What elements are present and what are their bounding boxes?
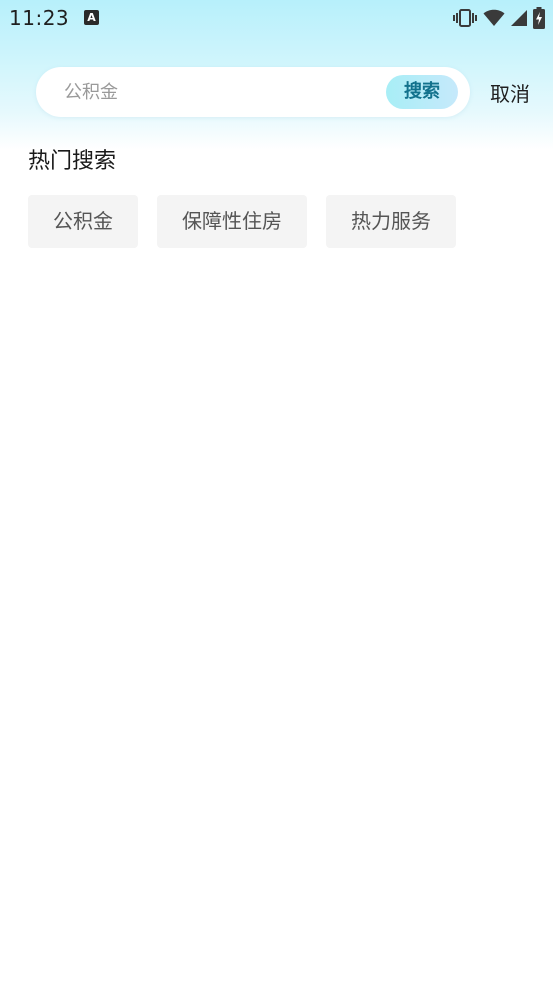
search-input[interactable]: [64, 67, 374, 117]
hot-search-chip-baozhangxing-zhufang[interactable]: 保障性住房: [157, 195, 307, 248]
cell-signal-icon: [511, 9, 527, 27]
status-time: 11:23: [9, 6, 70, 30]
search-button[interactable]: 搜索: [386, 75, 458, 109]
wifi-icon: [483, 9, 505, 27]
vibrate-icon: [453, 8, 477, 28]
hot-search-chip-reli-fuwu[interactable]: 热力服务: [326, 195, 456, 248]
search-box: 搜索: [36, 67, 470, 117]
battery-charging-icon: [533, 7, 545, 29]
notification-a-icon: A: [84, 10, 99, 25]
cancel-button[interactable]: 取消: [490, 78, 530, 107]
hot-search-title: 热门搜索: [28, 149, 117, 174]
search-screen: 11:23 A 公积金 搜索 取消 热门搜索 公积金 保障性住房 热力服务: [0, 0, 553, 983]
hot-search-list: 公积金 保障性住房 热力服务: [28, 195, 456, 248]
hot-search-chip-gongjijin[interactable]: 公积金: [28, 195, 138, 248]
status-icons: [453, 7, 545, 29]
status-bar: 11:23 A: [0, 0, 553, 38]
